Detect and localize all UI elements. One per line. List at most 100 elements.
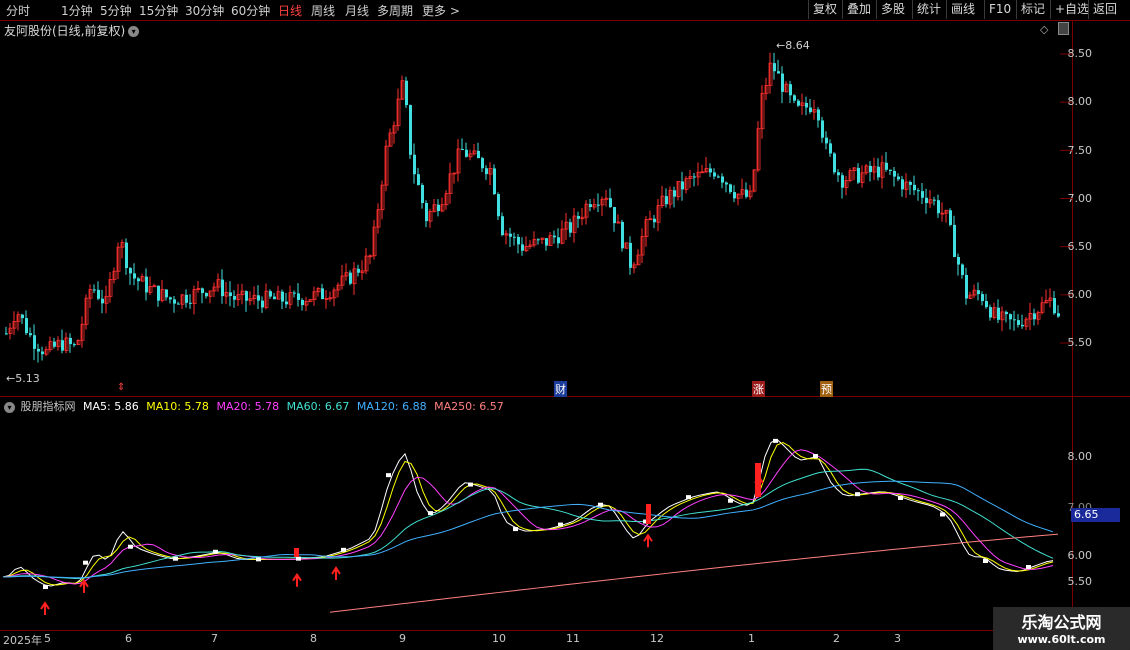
- candle-body: [837, 172, 840, 176]
- candle-body: [349, 272, 352, 284]
- axis-divider: [1072, 20, 1073, 630]
- date-label: 2025年: [3, 634, 42, 647]
- high-value: 8.64: [785, 39, 810, 52]
- candlestick-chart[interactable]: [0, 20, 1072, 396]
- ma250-line: [329, 533, 1059, 613]
- signal-square: [83, 560, 88, 565]
- candle-body: [913, 184, 916, 191]
- candle-body: [1033, 313, 1036, 320]
- signal-square: [983, 559, 988, 563]
- candle-body: [137, 278, 140, 282]
- date-label: 6: [125, 632, 132, 645]
- candle-body: [977, 290, 980, 295]
- candle-body: [1013, 319, 1016, 321]
- candle-body: [893, 170, 896, 177]
- add-watchlist-button[interactable]: +自选: [1050, 0, 1093, 19]
- candle-body: [29, 333, 32, 336]
- multi-stock-button[interactable]: 多股: [876, 0, 909, 19]
- candle-body: [709, 168, 712, 173]
- signal-square: [558, 522, 563, 527]
- buy-arrow-icon: [643, 533, 653, 548]
- signal-square: [386, 473, 391, 478]
- limit-up-marker[interactable]: 涨: [752, 381, 765, 397]
- tab-weekly[interactable]: 周线: [311, 2, 335, 19]
- signal-square: [256, 557, 261, 562]
- tab-daily[interactable]: 日线: [278, 2, 302, 19]
- candle-body: [205, 293, 208, 297]
- tab-monthly[interactable]: 月线: [345, 2, 369, 19]
- candle-body: [713, 172, 716, 177]
- candle-body: [553, 235, 556, 238]
- signal-square: [773, 438, 778, 443]
- event-marker[interactable]: ⇕: [117, 382, 125, 393]
- candle-body: [609, 198, 612, 208]
- candle-body: [497, 194, 500, 217]
- candle-body: [665, 196, 668, 205]
- candle-body: [301, 299, 304, 306]
- candle-body: [921, 191, 924, 198]
- tab-5min[interactable]: 5分钟: [100, 2, 132, 19]
- candle-body: [33, 335, 36, 349]
- signal-bar: [294, 548, 299, 557]
- candle-body: [221, 279, 224, 297]
- candle-body: [297, 293, 300, 300]
- candle-body: [1009, 314, 1012, 320]
- candle-body: [493, 168, 496, 195]
- candle-body: [825, 137, 828, 144]
- candle-body: [481, 158, 484, 169]
- draw-line-button[interactable]: 画线: [946, 0, 979, 19]
- signal-square: [468, 482, 473, 487]
- tab-15min[interactable]: 15分钟: [139, 2, 178, 19]
- forecast-marker[interactable]: 预: [820, 381, 833, 397]
- candle-body: [257, 295, 260, 301]
- signal-square: [940, 512, 945, 517]
- candle-body: [321, 288, 324, 300]
- signal-square: [428, 511, 433, 516]
- candle-body: [717, 176, 720, 178]
- candle-body: [437, 204, 440, 212]
- candle-body: [245, 291, 248, 301]
- tab-60min[interactable]: 60分钟: [231, 2, 270, 19]
- f10-button[interactable]: F10: [984, 0, 1015, 19]
- tab-30min[interactable]: 30分钟: [185, 2, 224, 19]
- back-button[interactable]: 返回: [1088, 0, 1121, 19]
- indicator-chart[interactable]: [0, 397, 1072, 630]
- candle-body: [953, 224, 956, 257]
- candle-body: [37, 348, 40, 352]
- statistics-button[interactable]: 统计: [912, 0, 945, 19]
- candle-body: [509, 233, 512, 237]
- ma60-line: [2, 468, 1054, 579]
- finance-marker[interactable]: 财: [554, 381, 567, 397]
- tab-multi-period[interactable]: 多周期: [377, 2, 413, 19]
- candle-body: [597, 204, 600, 206]
- candle-body: [53, 341, 56, 347]
- candle-body: [537, 239, 540, 241]
- candle-body: [1017, 320, 1020, 325]
- buy-arrow-icon: [40, 601, 50, 616]
- candle-body: [621, 221, 624, 249]
- date-divider: [0, 630, 1130, 631]
- candle-body: [989, 307, 992, 318]
- candle-body: [889, 169, 892, 171]
- candle-body: [145, 276, 148, 293]
- candle-body: [101, 298, 104, 304]
- fuquan-button[interactable]: 复权: [808, 0, 841, 19]
- candle-body: [269, 291, 272, 297]
- candle-body: [821, 120, 824, 138]
- candle-body: [729, 184, 732, 193]
- signal-square: [173, 556, 178, 561]
- candle-body: [69, 337, 72, 345]
- date-label: 9: [399, 632, 406, 645]
- candle-body: [829, 143, 832, 154]
- signal-bar: [646, 504, 651, 524]
- candle-body: [273, 296, 276, 300]
- watermark: 乐淘公式网 www.60lt.com: [993, 607, 1130, 650]
- overlay-button[interactable]: 叠加: [842, 0, 875, 19]
- candle-body: [133, 273, 136, 279]
- tab-1min[interactable]: 1分钟: [61, 2, 93, 19]
- candle-body: [189, 302, 192, 304]
- high-price-label: ←8.64: [776, 39, 810, 52]
- tab-more[interactable]: 更多 >: [422, 2, 460, 19]
- mark-button[interactable]: 标记: [1016, 0, 1049, 19]
- tab-fenshi[interactable]: 分时: [6, 2, 30, 19]
